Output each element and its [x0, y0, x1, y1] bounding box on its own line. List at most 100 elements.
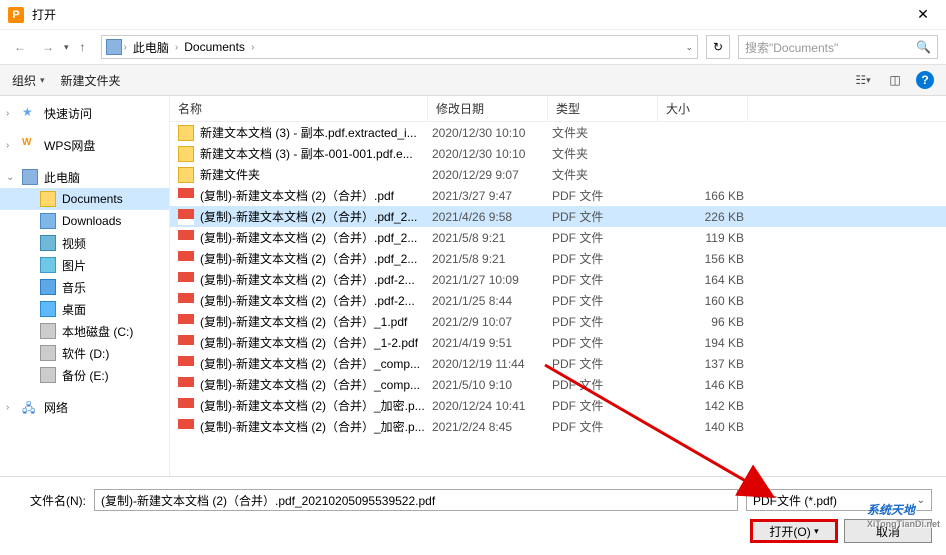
file-pane: 名称 修改日期 类型 大小 新建文本文档 (3) - 副本.pdf.extrac…: [170, 96, 946, 476]
app-icon: P: [8, 7, 24, 23]
file-row[interactable]: (复制)-新建文本文档 (2)（合并）.pdf_2...2021/5/8 9:2…: [170, 227, 946, 248]
sidebar-wps[interactable]: ›WWPS网盘: [0, 134, 169, 156]
file-header: 名称 修改日期 类型 大小: [170, 96, 946, 122]
file-row[interactable]: 新建文件夹2020/12/29 9:07文件夹: [170, 164, 946, 185]
file-date: 2021/2/9 10:07: [432, 315, 552, 329]
file-row[interactable]: (复制)-新建文本文档 (2)（合并）_加密.p...2020/12/24 10…: [170, 395, 946, 416]
sidebar-music[interactable]: 音乐: [0, 276, 169, 298]
filename-input[interactable]: [94, 489, 738, 511]
sidebar-pc[interactable]: ⌄此电脑: [0, 166, 169, 188]
file-size: 160 KB: [662, 294, 752, 308]
column-name[interactable]: 名称: [170, 96, 428, 121]
pdf-icon: [178, 398, 194, 414]
file-row[interactable]: (复制)-新建文本文档 (2)（合并）_加密.p...2021/2/24 8:4…: [170, 416, 946, 437]
refresh-button[interactable]: ↻: [706, 35, 730, 59]
pdf-icon: [178, 209, 194, 225]
file-name: 新建文件夹: [200, 166, 432, 183]
file-type: PDF 文件: [552, 292, 662, 309]
file-size: 226 KB: [662, 210, 752, 224]
file-row[interactable]: (复制)-新建文本文档 (2)（合并）_comp...2021/5/10 9:1…: [170, 374, 946, 395]
file-size: 137 KB: [662, 357, 752, 371]
file-list: 新建文本文档 (3) - 副本.pdf.extracted_i...2020/1…: [170, 122, 946, 476]
close-button[interactable]: ✕: [908, 6, 938, 23]
window-title: 打开: [32, 6, 56, 23]
file-row[interactable]: (复制)-新建文本文档 (2)（合并）_1-2.pdf2021/4/19 9:5…: [170, 332, 946, 353]
chevron-right-icon: ›: [175, 42, 178, 53]
breadcrumb-pc[interactable]: 此电脑: [129, 39, 173, 56]
file-row[interactable]: (复制)-新建文本文档 (2)（合并）.pdf_2...2021/5/8 9:2…: [170, 248, 946, 269]
pc-icon: [106, 39, 122, 55]
sidebar-quickaccess[interactable]: ›★快速访问: [0, 102, 169, 124]
file-row[interactable]: (复制)-新建文本文档 (2)（合并）_comp...2020/12/19 11…: [170, 353, 946, 374]
file-name: (复制)-新建文本文档 (2)（合并）_1.pdf: [200, 313, 432, 330]
file-name: (复制)-新建文本文档 (2)（合并）.pdf_2...: [200, 229, 432, 246]
view-options-button[interactable]: ☷ ▾: [852, 71, 874, 89]
history-dropdown[interactable]: ▾: [64, 42, 69, 53]
file-row[interactable]: (复制)-新建文本文档 (2)（合并）.pdf-2...2021/1/25 8:…: [170, 290, 946, 311]
pdf-icon: [178, 188, 194, 204]
sidebar-edrive[interactable]: 备份 (E:): [0, 364, 169, 386]
folder-icon: [178, 167, 194, 183]
file-size: 140 KB: [662, 420, 752, 434]
organize-button[interactable]: 组织 ▾: [12, 72, 45, 89]
pdf-icon: [178, 251, 194, 267]
sidebar-network[interactable]: ›🖧网络: [0, 396, 169, 418]
folder-icon: [178, 125, 194, 141]
newfolder-button[interactable]: 新建文件夹: [61, 72, 121, 89]
pdf-icon: [178, 230, 194, 246]
pdf-icon: [178, 314, 194, 330]
file-type: PDF 文件: [552, 376, 662, 393]
file-type: 文件夹: [552, 145, 662, 162]
forward-button[interactable]: →: [36, 35, 60, 59]
file-type: 文件夹: [552, 124, 662, 141]
file-row[interactable]: (复制)-新建文本文档 (2)（合并）.pdf-2...2021/1/27 10…: [170, 269, 946, 290]
preview-pane-button[interactable]: ◫: [884, 71, 906, 89]
breadcrumb-documents[interactable]: Documents: [180, 40, 249, 54]
file-name: (复制)-新建文本文档 (2)（合并）.pdf_2...: [200, 208, 432, 225]
file-type: PDF 文件: [552, 187, 662, 204]
file-row[interactable]: (复制)-新建文本文档 (2)（合并）.pdf2021/3/27 9:47PDF…: [170, 185, 946, 206]
file-type: PDF 文件: [552, 271, 662, 288]
help-icon[interactable]: ?: [916, 71, 934, 89]
file-size: 142 KB: [662, 399, 752, 413]
sidebar-downloads[interactable]: Downloads: [0, 210, 169, 232]
sidebar-desktop[interactable]: 桌面: [0, 298, 169, 320]
sidebar-ddrive[interactable]: 软件 (D:): [0, 342, 169, 364]
folder-icon: [178, 146, 194, 162]
file-date: 2021/3/27 9:47: [432, 189, 552, 203]
column-size[interactable]: 大小: [658, 96, 748, 121]
back-button[interactable]: ←: [8, 35, 32, 59]
sidebar-videos[interactable]: 视频: [0, 232, 169, 254]
sidebar-cdrive[interactable]: 本地磁盘 (C:): [0, 320, 169, 342]
file-date: 2020/12/29 9:07: [432, 168, 552, 182]
file-row[interactable]: 新建文本文档 (3) - 副本.pdf.extracted_i...2020/1…: [170, 122, 946, 143]
search-input[interactable]: 搜索"Documents" 🔍: [738, 35, 938, 59]
file-date: 2020/12/30 10:10: [432, 147, 552, 161]
chevron-right-icon: ›: [251, 42, 254, 53]
breadcrumb-dropdown[interactable]: ⌄: [685, 42, 693, 53]
up-button[interactable]: ↑: [73, 37, 93, 57]
pdf-icon: [178, 335, 194, 351]
open-button[interactable]: 打开(O) ▾: [750, 519, 838, 543]
file-name: (复制)-新建文本文档 (2)（合并）_comp...: [200, 355, 432, 372]
pdf-icon: [178, 272, 194, 288]
file-size: 164 KB: [662, 273, 752, 287]
pdf-icon: [178, 356, 194, 372]
file-row[interactable]: 新建文本文档 (3) - 副本-001-001.pdf.e...2020/12/…: [170, 143, 946, 164]
file-type: 文件夹: [552, 166, 662, 183]
pdf-icon: [178, 377, 194, 393]
sidebar-pictures[interactable]: 图片: [0, 254, 169, 276]
column-date[interactable]: 修改日期: [428, 96, 548, 121]
file-date: 2021/4/26 9:58: [432, 210, 552, 224]
sidebar-documents[interactable]: Documents: [0, 188, 169, 210]
column-type[interactable]: 类型: [548, 96, 658, 121]
file-name: (复制)-新建文本文档 (2)（合并）.pdf_2...: [200, 250, 432, 267]
file-date: 2020/12/30 10:10: [432, 126, 552, 140]
file-row[interactable]: (复制)-新建文本文档 (2)（合并）.pdf_2...2021/4/26 9:…: [170, 206, 946, 227]
file-date: 2021/5/8 9:21: [432, 252, 552, 266]
breadcrumb-bar[interactable]: › 此电脑 › Documents › ⌄: [101, 35, 698, 59]
file-name: (复制)-新建文本文档 (2)（合并）.pdf-2...: [200, 271, 432, 288]
search-icon: 🔍: [916, 40, 931, 54]
file-row[interactable]: (复制)-新建文本文档 (2)（合并）_1.pdf2021/2/9 10:07P…: [170, 311, 946, 332]
file-type: PDF 文件: [552, 334, 662, 351]
